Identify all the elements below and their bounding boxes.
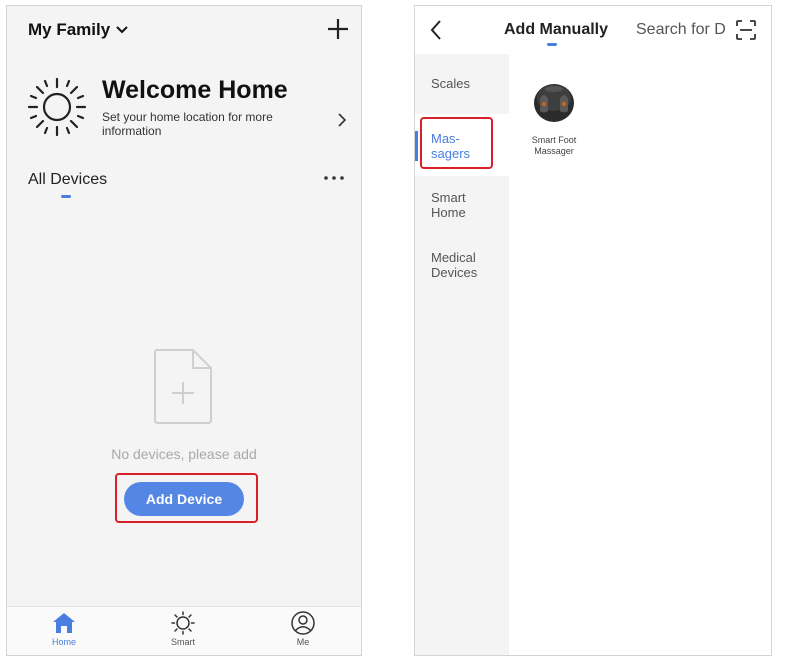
profile-icon xyxy=(291,611,315,635)
back-arrow-icon[interactable] xyxy=(429,19,443,41)
welcome-card[interactable]: Welcome Home Set your home location for … xyxy=(7,68,361,148)
home-header: My Family xyxy=(7,6,361,56)
welcome-subtitle: Set your home location for more informat… xyxy=(102,110,273,138)
chevron-down-icon xyxy=(116,26,128,34)
tab-smart[interactable]: Smart xyxy=(153,611,213,647)
empty-document-icon xyxy=(154,349,212,424)
category-label: Scales xyxy=(431,76,471,91)
add-device-screen: Add Manually Search for D Scales Mas- sa… xyxy=(414,5,772,656)
tab-home-label: Home xyxy=(51,637,76,647)
scan-icon[interactable] xyxy=(735,19,757,41)
family-selector[interactable]: My Family xyxy=(28,20,128,40)
tab-home[interactable]: Home xyxy=(34,611,94,647)
foot-massager-image xyxy=(534,84,574,122)
device-name: Smart Foot Massager xyxy=(531,135,577,156)
all-devices-tab[interactable]: All Devices xyxy=(28,171,107,189)
tab-me[interactable]: Me xyxy=(273,611,333,647)
sun-icon xyxy=(171,611,195,635)
active-category-indicator xyxy=(415,131,418,161)
tab-search-for-devices[interactable]: Search for D xyxy=(636,21,726,39)
category-medical-devices[interactable]: Medical Devices xyxy=(415,250,509,280)
add-device-button[interactable]: Add Device xyxy=(124,482,244,516)
add-plus-icon[interactable] xyxy=(325,16,351,42)
home-icon xyxy=(53,613,75,633)
category-scales[interactable]: Scales xyxy=(415,76,509,91)
add-manually-underline xyxy=(547,43,557,46)
massagers-highlight-box xyxy=(420,117,493,169)
tab-add-manually[interactable]: Add Manually xyxy=(504,21,608,39)
empty-message: No devices, please add xyxy=(111,446,257,462)
welcome-title: Welcome Home xyxy=(102,76,288,104)
sun-icon xyxy=(27,77,87,137)
category-label: Smart Home xyxy=(431,190,466,220)
more-dots-icon[interactable] xyxy=(323,172,345,184)
tab-me-label: Me xyxy=(296,637,310,647)
bottom-tab-bar: Home Smart Me xyxy=(7,606,361,655)
category-smart-home[interactable]: Smart Home xyxy=(415,190,509,220)
category-label: Medical Devices xyxy=(431,250,478,280)
add-device-header: Add Manually Search for D xyxy=(415,6,771,54)
family-name: My Family xyxy=(28,20,111,39)
all-devices-underline xyxy=(61,195,71,198)
device-smart-foot-massager[interactable]: Smart Foot Massager xyxy=(519,78,589,157)
home-screen: My Family Welcome Home Set your home loc… xyxy=(6,5,362,656)
tab-smart-label: Smart xyxy=(170,637,195,647)
chevron-right-icon xyxy=(338,113,347,127)
